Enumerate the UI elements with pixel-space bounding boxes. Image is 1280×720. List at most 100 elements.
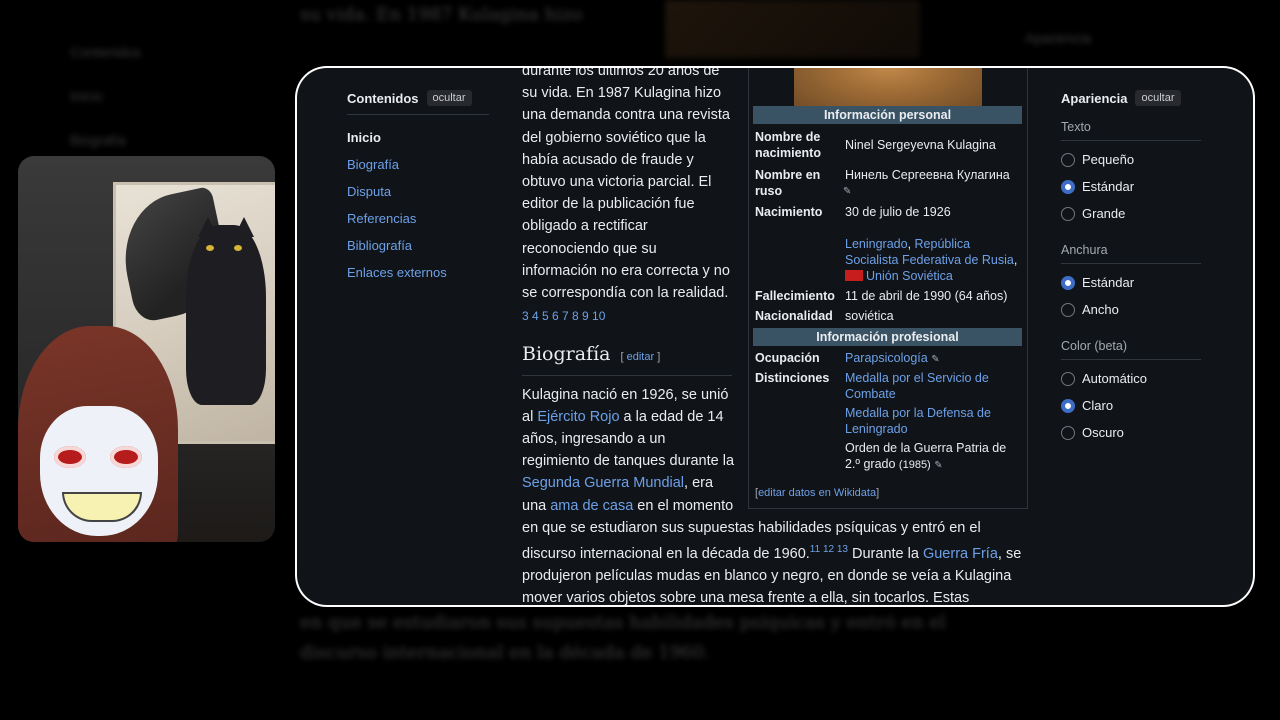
radio-button-selected[interactable] <box>1061 275 1075 290</box>
infobox-label: Distinciones <box>755 371 830 385</box>
infobox-value: Medalla por el Servicio de Combate Medal… <box>845 370 1023 474</box>
appearance-hide-button[interactable]: ocultar <box>1135 90 1181 106</box>
mask-face <box>40 406 158 536</box>
text-line: obtuvo una victoria parcial. El <box>522 174 712 191</box>
wikipedia-page-card: Contenidos ocultar Inicio Biografía Disp… <box>297 68 1253 605</box>
option-width-wide[interactable]: Ancho <box>1061 301 1201 318</box>
cat-body <box>186 225 266 405</box>
infobox-personal-header: Información personal <box>753 106 1022 124</box>
text-line: obligado a rectificar <box>522 218 648 235</box>
radio-button[interactable] <box>1061 206 1075 221</box>
link-ama-de-casa[interactable]: ama de casa <box>550 498 633 514</box>
toc-item-bibliografia[interactable]: Bibliografía <box>347 237 489 264</box>
radio-button[interactable] <box>1061 152 1075 167</box>
option-label: Grande <box>1082 206 1126 221</box>
option-label: Estándar <box>1082 179 1135 194</box>
text-line: reconociendo que su <box>522 240 657 257</box>
link-medalla-servicio-combate[interactable]: Medalla por el Servicio de Combate <box>845 371 989 401</box>
option-width-standard[interactable]: Estándar <box>1061 274 1201 291</box>
pencil-icon[interactable]: ✎ <box>931 354 939 365</box>
infobox-value: Ninel Sergeyevna Kulagina <box>845 138 996 152</box>
infobox-value: Нинель Сергеевна Кулагина <box>845 167 1023 183</box>
option-text-standard[interactable]: Estándar <box>1061 178 1201 195</box>
infobox-label: Nacionalidad <box>755 309 833 323</box>
section-title: Biografía <box>522 343 611 366</box>
option-text-large[interactable]: Grande <box>1061 205 1201 222</box>
option-label: Pequeño <box>1082 152 1135 167</box>
text-line: durante los últimos 20 años de <box>522 68 720 79</box>
webcam-overlay <box>18 156 275 542</box>
cat-eye <box>206 245 214 251</box>
text-line: información no era correcta y no <box>522 262 730 279</box>
toc-item-enlaces-externos[interactable]: Enlaces externos <box>347 264 489 291</box>
infobox-photo <box>794 68 982 111</box>
link-segunda-guerra-mundial[interactable]: Segunda Guerra Mundial <box>522 475 684 491</box>
toc-title: Contenidos <box>347 90 419 106</box>
text-line: se correspondía con la realidad. <box>522 285 729 302</box>
text-size-title: Texto <box>1061 120 1201 141</box>
section-edit-link[interactable]: editar <box>627 351 655 363</box>
link-ejercito-rojo[interactable]: Ejército Rojo <box>537 409 619 425</box>
background-nav-item: Inicio <box>70 88 103 104</box>
infobox-value: Parapsicología ✎ <box>845 350 1023 368</box>
birth-date-text: 30 de julio de 1926 <box>845 205 951 219</box>
infobox-value: soviética <box>845 309 894 323</box>
infobox-label: Ocupación <box>755 351 820 365</box>
link-parapsicologia[interactable]: Parapsicología <box>845 351 928 365</box>
soviet-flag-icon <box>845 270 863 281</box>
toc-item-inicio[interactable]: Inicio <box>347 129 489 156</box>
radio-button[interactable] <box>1061 425 1075 440</box>
option-text-small[interactable]: Pequeño <box>1061 151 1201 168</box>
mask-eye <box>54 446 86 468</box>
link-medalla-defensa-leningrado[interactable]: Medalla por la Defensa de Leningrado <box>845 406 991 436</box>
width-title: Anchura <box>1061 243 1201 264</box>
masked-streamer <box>18 326 188 542</box>
toc-item-referencias[interactable]: Referencias <box>347 210 489 237</box>
russian-name-text: Нинель Сергеевна Кулагина <box>845 168 1010 182</box>
award-year: (1985) <box>898 459 931 471</box>
radio-button[interactable] <box>1061 371 1075 386</box>
background-appearance: Apariencia <box>1025 30 1092 46</box>
radio-button-selected[interactable] <box>1061 179 1075 194</box>
infobox-footer: [editar datos en Wikidata] <box>755 487 880 499</box>
toc-item-disputa[interactable]: Disputa <box>347 183 489 210</box>
infobox-label: Fallecimiento <box>755 289 835 303</box>
section-heading-biografia: Biografía [ editar ] <box>522 343 732 376</box>
table-of-contents: Contenidos ocultar Inicio Biografía Disp… <box>347 90 489 291</box>
text-line: del gobierno soviético que la <box>522 129 706 146</box>
background-text-tail: en que se estudiaron sus supuestas habil… <box>300 612 946 663</box>
wikidata-edit-link[interactable]: editar datos en Wikidata <box>758 487 876 499</box>
option-color-dark[interactable]: Oscuro <box>1061 424 1201 441</box>
mask-grin <box>62 492 142 522</box>
toc-item-biografia[interactable]: Biografía <box>347 156 489 183</box>
option-color-light[interactable]: Claro <box>1061 397 1201 414</box>
text-run: Durante la <box>847 545 923 562</box>
toc-list: Inicio Biografía Disputa Referencias Bib… <box>347 129 489 291</box>
option-label: Automático <box>1082 371 1148 386</box>
text-line: editor de la publicación fue <box>522 196 695 213</box>
color-title: Color (beta) <box>1061 339 1201 360</box>
infobox-label: Nombre de nacimiento <box>755 130 821 160</box>
infobox-value: 30 de julio de 1926 Leningrado, Repúblic… <box>845 205 1018 283</box>
radio-button[interactable] <box>1061 302 1075 317</box>
link-guerra-fria[interactable]: Guerra Fría <box>923 546 998 562</box>
radio-button-selected[interactable] <box>1061 398 1075 413</box>
infobox-label: Nombre en ruso <box>755 168 821 198</box>
option-color-automatic[interactable]: Automático <box>1061 370 1201 387</box>
pencil-icon[interactable]: ✎ <box>843 184 851 200</box>
reference-superscript[interactable]: 11 12 13 <box>810 544 848 555</box>
link-leningrado[interactable]: Leningrado <box>845 237 908 251</box>
toc-header: Contenidos ocultar <box>347 90 489 115</box>
infobox: Información personal Nombre de nacimient… <box>748 68 1028 509</box>
toc-hide-button[interactable]: ocultar <box>426 90 472 106</box>
text-line: una demanda contra una revista <box>522 107 730 124</box>
appearance-panel: Apariencia ocultar Texto Pequeño Estánda… <box>1061 90 1201 441</box>
option-label: Estándar <box>1082 275 1135 290</box>
background-text: su vida. En 1987 Kulagina hizo <box>300 4 583 25</box>
pencil-icon[interactable]: ✎ <box>934 460 942 471</box>
option-label: Oscuro <box>1082 425 1124 440</box>
link-union-sovietica[interactable]: Unión Soviética <box>866 269 953 283</box>
appearance-header: Apariencia ocultar <box>1061 90 1201 114</box>
section-edit: [ editar ] <box>620 351 661 364</box>
appearance-title: Apariencia <box>1061 90 1128 106</box>
